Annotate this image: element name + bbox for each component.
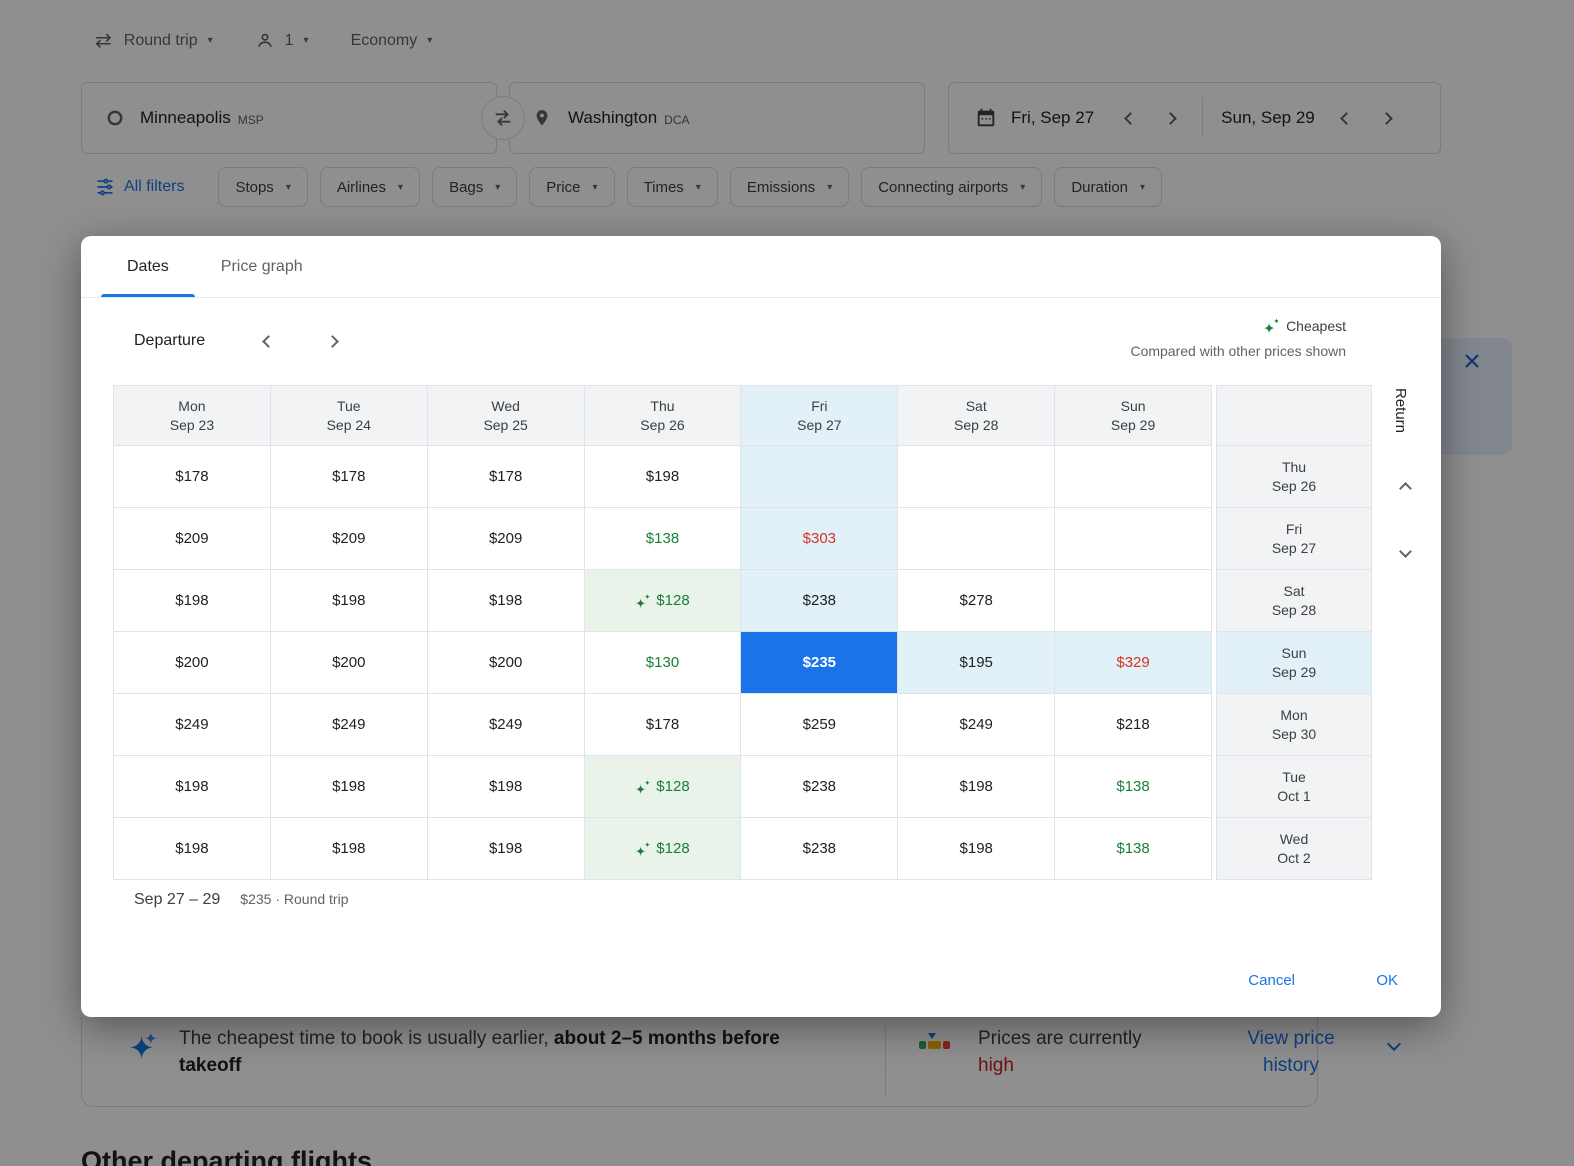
empty-cell[interactable] (1055, 508, 1212, 570)
price-cell[interactable]: $138 (584, 508, 742, 570)
price-cell[interactable]: $128 (584, 818, 742, 880)
date-picker-dialog: Dates Price graph Departure Cheapest Com… (81, 236, 1441, 1017)
return-scroll-up-button[interactable] (1391, 474, 1419, 502)
ok-button[interactable]: OK (1376, 969, 1398, 993)
cheapest-label: Cheapest (1286, 317, 1346, 334)
return-header-cell (1217, 386, 1371, 446)
price-cell[interactable]: $198 (114, 756, 271, 818)
return-scroll-down-button[interactable] (1391, 537, 1419, 565)
cancel-button[interactable]: Cancel (1248, 969, 1295, 993)
price-cell[interactable]: $138 (1055, 756, 1212, 818)
price-cell[interactable]: $198 (270, 570, 428, 632)
tab-label: Price graph (220, 257, 303, 275)
day-header-cell: Wed Sep 25 (427, 386, 585, 446)
price-cell[interactable]: $209 (114, 508, 271, 570)
price-cell[interactable]: $178 (584, 694, 742, 756)
selection-summary: Sep 27 – 29 $235 · Round trip (134, 891, 348, 909)
price-cell[interactable]: $249 (427, 694, 585, 756)
day-header-cell: Fri Sep 27 (741, 386, 899, 446)
day-header-cell: Mon Sep 23 (114, 386, 271, 446)
day-header-cell: Sun Sep 29 (1055, 386, 1212, 446)
return-column: Thu Sep 26 Fri Sep 27 Sat Sep 28 Sun Sep 29 Mon S… (1216, 385, 1372, 880)
cheapest-sparkle-icon (635, 841, 651, 856)
return-date-cell[interactable]: Wed Oct 2 (1217, 818, 1371, 880)
price-cell[interactable]: $178 (114, 446, 271, 508)
price-cell[interactable]: $128 (584, 756, 742, 818)
return-date-cell[interactable]: Fri Sep 27 (1217, 508, 1371, 570)
price-cell[interactable]: $198 (114, 818, 271, 880)
empty-cell[interactable] (1055, 446, 1212, 508)
price-cell[interactable]: $138 (1055, 818, 1212, 880)
tab-label: Dates (127, 257, 169, 275)
price-cell[interactable]: $130 (584, 632, 742, 694)
price-cell[interactable]: $198 (427, 756, 585, 818)
price-cell[interactable]: $128 (584, 570, 742, 632)
return-date-cell[interactable]: Thu Sep 26 (1217, 446, 1371, 508)
chevron-right-icon (325, 334, 339, 348)
day-header-cell: Tue Sep 24 (270, 386, 428, 446)
price-cell[interactable]: $303 (741, 508, 899, 570)
day-header-cell: Sat Sep 28 (898, 386, 1056, 446)
chevron-up-icon (1398, 481, 1412, 495)
return-date-cell[interactable]: Mon Sep 30 (1217, 694, 1371, 756)
return-date-cell[interactable]: Tue Oct 1 (1217, 756, 1371, 818)
price-cell[interactable]: $249 (114, 694, 271, 756)
price-note: $235 · Round trip (240, 891, 349, 907)
departure-axis-label: Departure (134, 332, 206, 349)
price-cell[interactable]: $198 (898, 756, 1056, 818)
price-cell[interactable]: $329 (1055, 632, 1212, 694)
price-cell[interactable]: $200 (427, 632, 585, 694)
cheapest-sparkle-icon (635, 593, 651, 608)
price-cell[interactable]: $209 (427, 508, 585, 570)
price-cell[interactable]: $200 (114, 632, 271, 694)
price-cell[interactable]: $198 (898, 818, 1056, 880)
price-cell[interactable]: $238 (741, 818, 899, 880)
empty-cell[interactable] (898, 508, 1056, 570)
day-header-cell: Thu Sep 26 (584, 386, 742, 446)
return-date-cell[interactable]: Sat Sep 28 (1217, 570, 1371, 632)
cheapest-legend: Cheapest Compared with other prices show… (1130, 317, 1346, 360)
return-date-cell[interactable]: Sun Sep 29 (1217, 632, 1371, 694)
chevron-left-icon (261, 334, 275, 348)
price-cell[interactable]: $259 (741, 694, 899, 756)
price-cell[interactable]: $200 (270, 632, 428, 694)
price-cell[interactable]: $278 (898, 570, 1056, 632)
price-cell[interactable]: $198 (270, 756, 428, 818)
chevron-down-icon (1398, 544, 1412, 558)
price-cell[interactable]: $198 (427, 570, 585, 632)
empty-cell[interactable] (741, 446, 899, 508)
price-cell[interactable]: $178 (427, 446, 585, 508)
price-cell[interactable]: $195 (898, 632, 1056, 694)
price-cell[interactable]: $249 (270, 694, 428, 756)
date-range: Sep 27 – 29 (134, 891, 221, 908)
tab-price-graph[interactable]: Price graph (195, 236, 329, 297)
return-axis-label: Return (1392, 388, 1409, 434)
dialog-tabbar: Dates Price graph (81, 236, 1441, 298)
cheapest-sparkle-icon (1263, 317, 1280, 334)
active-tab-underline (101, 294, 195, 297)
price-grid: Mon Sep 23 Tue Sep 24 Wed Sep 25 Thu Sep 26 Fri S… (113, 385, 1212, 880)
cheapest-sparkle-icon (635, 779, 651, 794)
price-cell[interactable]: $238 (741, 570, 899, 632)
compare-note: Compared with other prices shown (1130, 343, 1346, 359)
price-cell[interactable]: $209 (270, 508, 428, 570)
price-cell[interactable]: $235 (741, 632, 899, 694)
price-cell[interactable]: $198 (114, 570, 271, 632)
empty-cell[interactable] (898, 446, 1056, 508)
price-cell[interactable]: $198 (584, 446, 742, 508)
departure-prev-week-button[interactable] (254, 327, 282, 355)
price-cell[interactable]: $238 (741, 756, 899, 818)
price-cell[interactable]: $218 (1055, 694, 1212, 756)
departure-next-week-button[interactable] (318, 327, 346, 355)
price-cell[interactable]: $249 (898, 694, 1056, 756)
price-cell[interactable]: $178 (270, 446, 428, 508)
empty-cell[interactable] (1055, 570, 1212, 632)
price-cell[interactable]: $198 (427, 818, 585, 880)
tab-dates[interactable]: Dates (101, 236, 195, 297)
price-cell[interactable]: $198 (270, 818, 428, 880)
